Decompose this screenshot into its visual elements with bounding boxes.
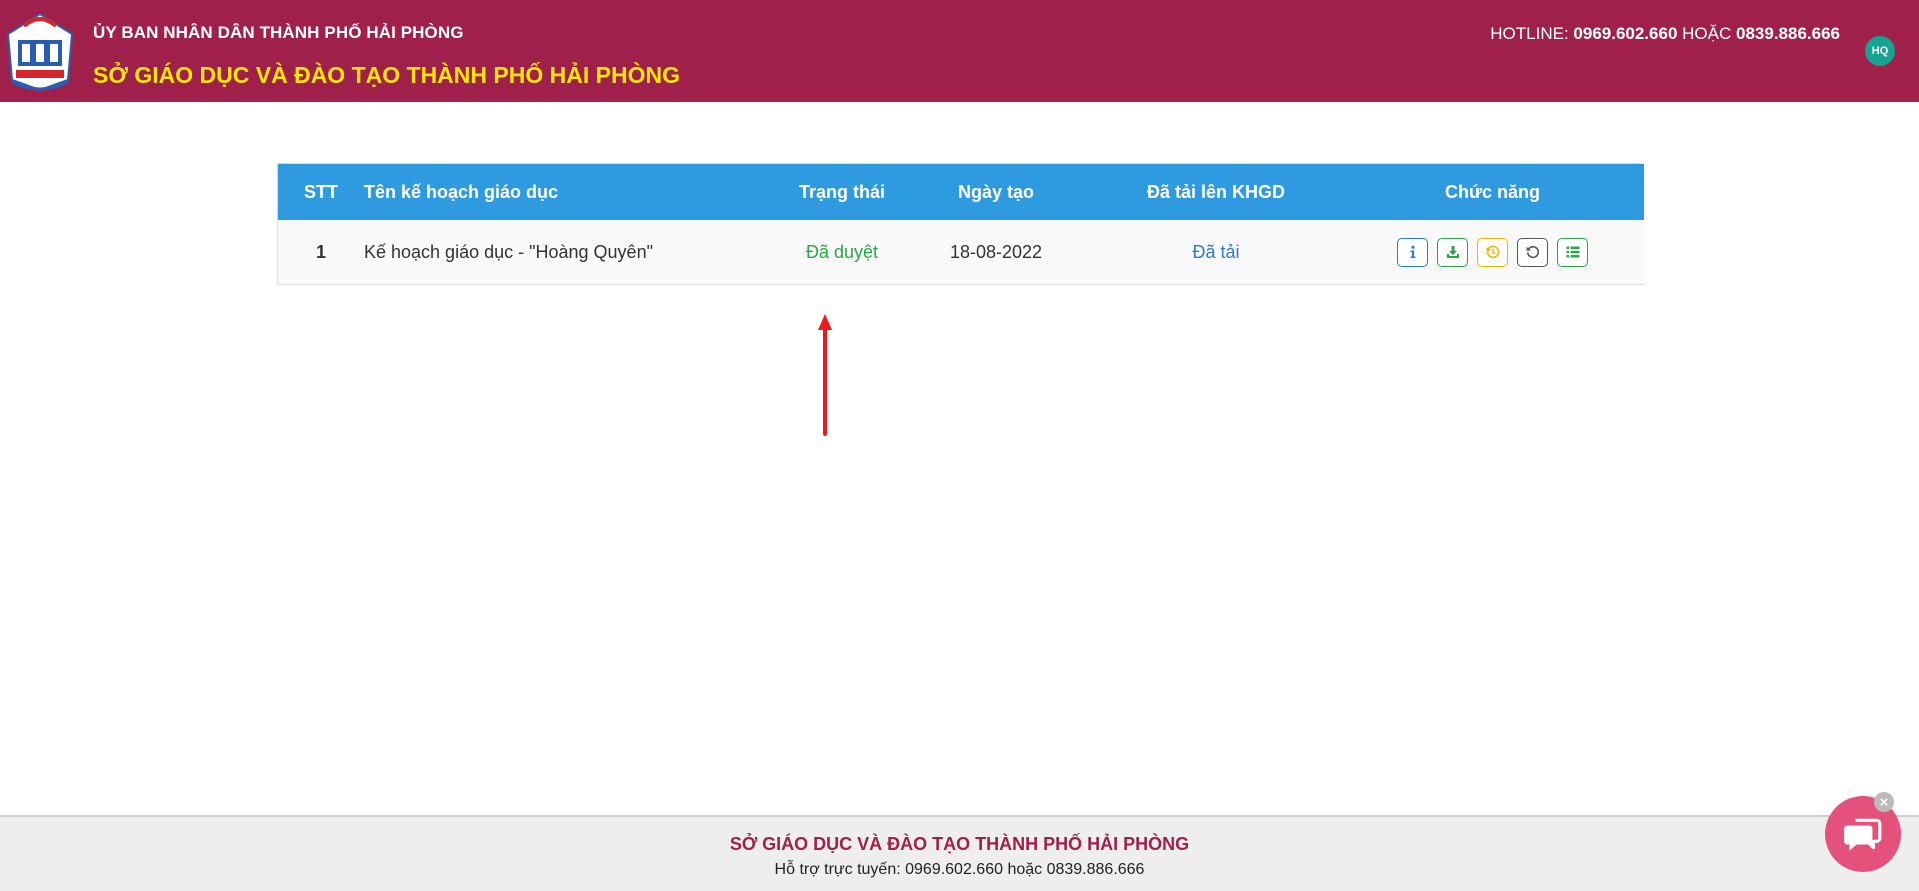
download-icon (1446, 246, 1459, 258)
col-status: Trạng thái (798, 181, 885, 202)
hotline: HOTLINE: 0969.602.660 HOẶC 0839.886.666 (1490, 24, 1840, 44)
undo-icon (1526, 245, 1539, 259)
site-header: ỦY BAN NHÂN DÂN THÀNH PHỐ HẢI PHÒNG SỞ G… (0, 0, 1919, 102)
table-row: 1 Kế hoạch giáo dục - "Hoàng Quyên" Đã d… (278, 220, 1644, 284)
list-button[interactable] (1557, 237, 1588, 267)
row-plan-name: Kế hoạch giáo dục - "Hoàng Quyên" (364, 241, 653, 262)
history-icon (1486, 245, 1499, 259)
chat-close-icon[interactable]: × (1874, 792, 1894, 812)
footer-support: Hỗ trợ trực tuyến: 0969.602.660 hoặc 083… (774, 861, 1145, 878)
org-name: SỞ GIÁO DỤC VÀ ĐÀO TẠO THÀNH PHỐ HẢI PHÒ… (93, 62, 680, 88)
info-button[interactable] (1397, 237, 1428, 267)
user-avatar[interactable]: HQ (1865, 36, 1895, 66)
annotation-arrow-icon (818, 314, 832, 436)
row-actions (1341, 220, 1644, 284)
chat-icon (1844, 818, 1882, 851)
row-created-date: 18-08-2022 (949, 241, 1043, 262)
row-stt: 1 (315, 241, 326, 262)
col-uploaded: Đã tải lên KHGD (1146, 181, 1286, 202)
info-icon (1410, 245, 1415, 258)
col-created-date: Ngày tạo (957, 181, 1035, 202)
col-stt: STT (304, 181, 338, 202)
list-icon (1566, 246, 1579, 258)
table-header-row: STT Tên kế hoạch giáo dục Trạng thái Ngà… (278, 164, 1644, 220)
hotline-number-2[interactable]: 0839.886.666 (1736, 24, 1840, 43)
uploaded-link[interactable]: Đã tải (1091, 220, 1341, 284)
hotline-or: HOẶC (1682, 24, 1732, 43)
col-plan-name: Tên kế hoạch giáo dục (364, 181, 559, 202)
history-button[interactable] (1477, 237, 1508, 267)
download-button[interactable] (1437, 237, 1468, 267)
hotline-label: HOTLINE: (1490, 24, 1569, 43)
undo-button[interactable] (1517, 237, 1548, 267)
org-parent-name: ỦY BAN NHÂN DÂN THÀNH PHỐ HẢI PHÒNG (93, 23, 464, 42)
school-logo-icon[interactable] (2, 10, 78, 92)
hotline-number-1[interactable]: 0969.602.660 (1573, 24, 1677, 43)
col-actions: Chức năng (1444, 181, 1541, 202)
site-footer: SỞ GIÁO DỤC VÀ ĐÀO TẠO THÀNH PHỐ HẢI PHÒ… (0, 815, 1919, 891)
status-badge: Đã duyệt (805, 241, 879, 262)
plan-table: STT Tên kế hoạch giáo dục Trạng thái Ngà… (277, 163, 1644, 285)
footer-title: SỞ GIÁO DỤC VÀ ĐÀO TẠO THÀNH PHỐ HẢI PHÒ… (729, 834, 1190, 854)
